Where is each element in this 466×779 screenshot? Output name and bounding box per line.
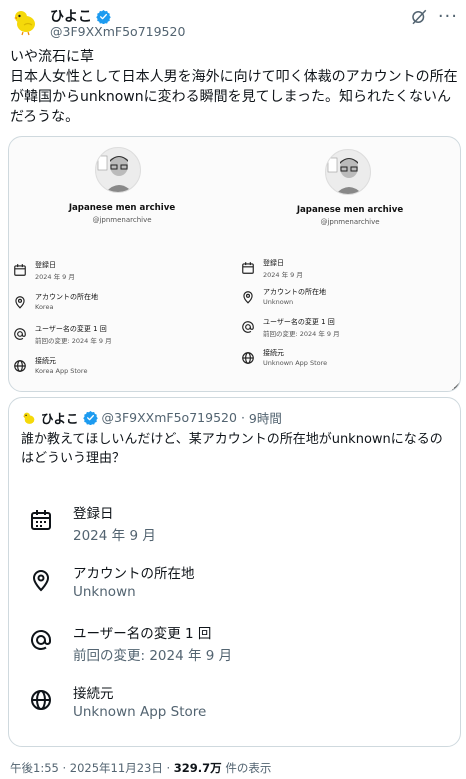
tweet-media-image[interactable]: Japanese men archive @jpnmenarchive 登録日 …: [8, 136, 461, 392]
info-label: アカウントの所在地: [73, 566, 195, 582]
calendar-icon: [31, 510, 51, 530]
chick-icon[interactable]: [21, 410, 37, 426]
profile-account-handle: @jpnmenarchive: [92, 216, 152, 224]
profile-account-handle: @jpnmenarchive: [320, 218, 380, 226]
location-icon: [15, 296, 25, 309]
meta-separator: ·: [240, 410, 245, 425]
at-icon: [242, 321, 254, 333]
info-label: ユーザー名の変更 1 回: [73, 626, 212, 642]
at-icon: [31, 630, 51, 650]
profile-account-name: Japanese men archive: [68, 203, 176, 213]
author-handle[interactable]: @3F9XXmF5o719520: [50, 24, 185, 39]
screenshot-before: Japanese men archive @jpnmenarchive 登録日 …: [9, 137, 235, 391]
quoted-tweet-header: ひよこ @3F9XXmF5o719520 · 9時間: [21, 408, 282, 427]
calendar-icon: [242, 262, 254, 274]
author-name-row[interactable]: ひよこ: [50, 6, 111, 26]
info-label: 登録日: [73, 506, 114, 522]
quoted-tweet-text: 誰か教えてほしいんだけど、某アカウントの所在地がunknownになるのはどういう…: [21, 432, 443, 466]
info-row-joined: 登録日 2024 年 9 月: [29, 502, 429, 552]
location-icon: [32, 570, 50, 592]
quoted-display-name[interactable]: ひよこ: [41, 408, 79, 427]
verified-badge-icon: [82, 410, 98, 425]
more-options-icon[interactable]: ···: [438, 6, 458, 27]
screenshot-after: Japanese men archive @jpnmenarchive 登録日 …: [237, 137, 460, 391]
image-corner-mark: [449, 379, 460, 391]
chick-icon: [14, 11, 35, 36]
author-avatar[interactable]: [10, 6, 40, 36]
at-icon: [14, 328, 26, 340]
quoted-time[interactable]: 9時間: [249, 408, 282, 427]
info-value: Unknown: [73, 584, 136, 600]
globe-icon: [31, 690, 51, 710]
info-row-username-changes: ユーザー名の変更 1 回 前回の変更: 2024 年 9 月: [29, 622, 429, 672]
info-row-connected-via: 接続元 Unknown App Store: [29, 682, 429, 732]
location-icon: [243, 291, 253, 304]
globe-icon: [14, 360, 26, 372]
verified-badge-icon: [96, 9, 111, 24]
info-value: 2024 年 9 月: [73, 528, 156, 544]
globe-icon: [242, 352, 254, 364]
profile-account-name: Japanese men archive: [296, 205, 404, 215]
view-count[interactable]: 329.7万: [174, 761, 222, 775]
tweet-text: いや流石に草 日本人女性として日本人男を海外に向けて叩く体裁のアカウントの所在が…: [10, 49, 458, 125]
author-display-name[interactable]: ひよこ: [50, 6, 92, 26]
quoted-tweet[interactable]: ひよこ @3F9XXmF5o719520 · 9時間 誰か教えてほしいんだけど、…: [8, 397, 461, 747]
info-label: 接続元: [73, 686, 114, 702]
quoted-handle[interactable]: @3F9XXmF5o719520: [102, 410, 237, 425]
info-value: 前回の変更: 2024 年 9 月: [73, 648, 233, 664]
tweet-timestamp[interactable]: 午後1:55 · 2025年11月23日 ·: [10, 761, 174, 775]
profile-picture: [325, 149, 371, 195]
view-count-suffix: 件の表示: [221, 761, 272, 775]
info-row-location: アカウントの所在地 Unknown: [29, 562, 429, 612]
tweet-header: ひよこ @3F9XXmF5o719520 ···: [10, 4, 460, 44]
profile-picture: [95, 147, 141, 193]
tweet-footer: 午後1:55 · 2025年11月23日 · 329.7万 件の表示: [10, 760, 271, 776]
grok-icon[interactable]: [410, 8, 428, 26]
info-value: Unknown App Store: [73, 704, 207, 720]
calendar-icon: [14, 264, 26, 276]
